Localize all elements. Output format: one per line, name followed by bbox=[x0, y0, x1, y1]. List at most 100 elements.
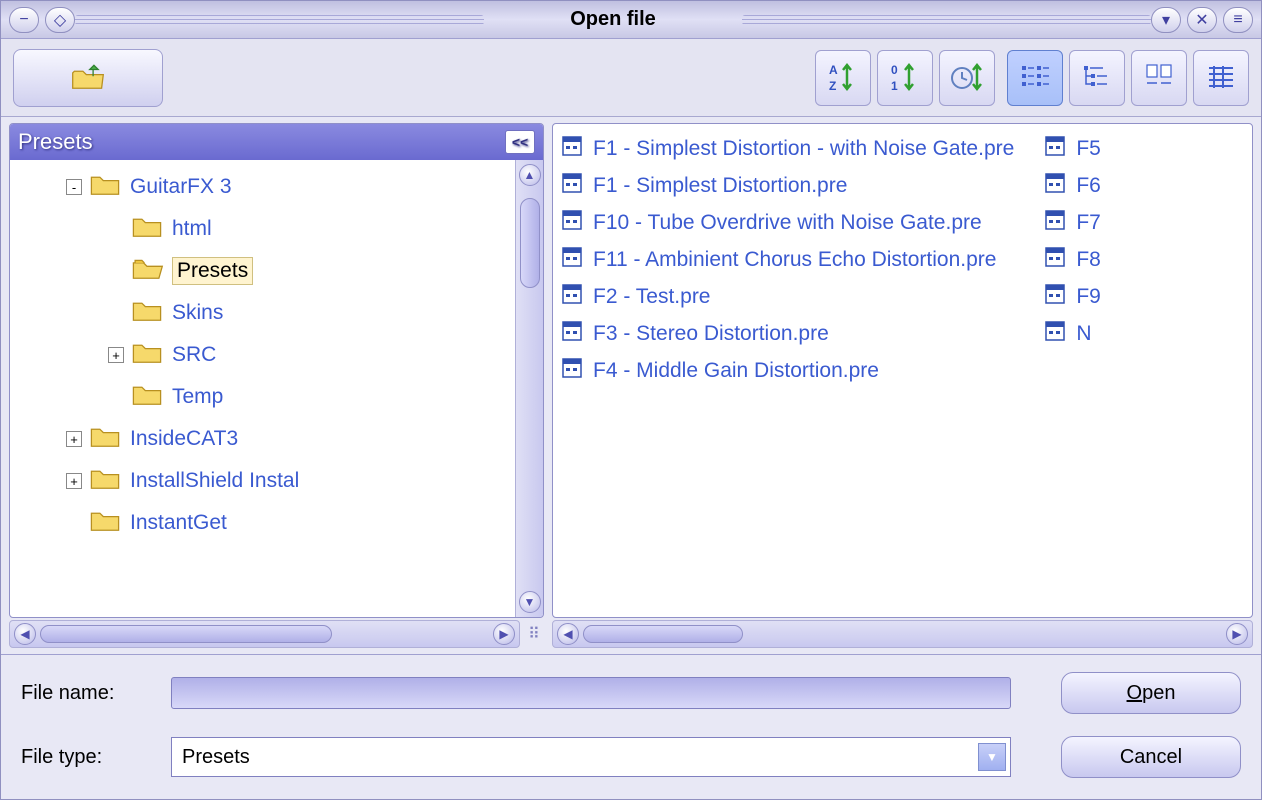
view-details-button[interactable] bbox=[1193, 50, 1249, 106]
scroll-left-icon[interactable]: ◀ bbox=[14, 623, 36, 645]
folder-tree[interactable]: - GuitarFX 3 html Presets Skins+SRCTemp + Insi… bbox=[10, 160, 515, 617]
tree-node[interactable]: +SRC bbox=[10, 334, 515, 376]
folder-icon bbox=[130, 254, 164, 288]
filetype-value: Presets bbox=[182, 746, 978, 769]
file-item[interactable]: F4 - Middle Gain Distortion.pre bbox=[561, 352, 1014, 389]
file-list[interactable]: F1 - Simplest Distortion - with Noise Ga… bbox=[553, 124, 1252, 617]
collapse-tree-button[interactable]: << bbox=[505, 130, 535, 154]
file-name: F1 - Simplest Distortion.pre bbox=[593, 174, 847, 198]
open-button[interactable]: Open bbox=[1061, 672, 1241, 714]
sort-alpha-button[interactable]: A Z bbox=[815, 50, 871, 106]
folder-icon bbox=[88, 422, 122, 456]
window-title: Open file bbox=[570, 8, 656, 30]
tree-node-label: GuitarFX 3 bbox=[130, 175, 232, 199]
expander-icon[interactable]: + bbox=[66, 473, 82, 489]
file-icon bbox=[1044, 135, 1076, 163]
folder-tree-pane: Presets << - GuitarFX 3 html Presets Skins+S… bbox=[9, 123, 544, 618]
tree-node[interactable]: InstantGet bbox=[10, 502, 515, 544]
file-item[interactable]: F6 bbox=[1044, 167, 1101, 204]
hscroll-thumb[interactable] bbox=[583, 625, 743, 643]
tree-node[interactable]: Presets bbox=[10, 250, 515, 292]
file-item[interactable]: F5 bbox=[1044, 130, 1101, 167]
file-list-pane: F1 - Simplest Distortion - with Noise Ga… bbox=[552, 123, 1253, 618]
restore-button[interactable]: ◇ bbox=[45, 7, 75, 33]
tree-node[interactable]: Skins bbox=[10, 292, 515, 334]
view-tree-button[interactable] bbox=[1069, 50, 1125, 106]
folder-icon bbox=[130, 212, 164, 246]
svg-text:0: 0 bbox=[891, 63, 898, 77]
tree-node[interactable]: + InstallShield Instal bbox=[10, 460, 515, 502]
tree-hscrollbar[interactable]: ◀ ▶ bbox=[9, 620, 520, 648]
tree-node-label: InstallShield Instal bbox=[130, 469, 299, 493]
file-icon bbox=[561, 283, 593, 311]
tree-node[interactable]: - GuitarFX 3 bbox=[10, 166, 515, 208]
file-name: F1 - Simplest Distortion - with Noise Ga… bbox=[593, 137, 1014, 161]
view-small-icons-button[interactable] bbox=[1007, 50, 1063, 106]
svg-text:A: A bbox=[829, 63, 838, 77]
tree-node[interactable]: html bbox=[10, 208, 515, 250]
close-button[interactable]: ✕ bbox=[1187, 7, 1217, 33]
content-area: Presets << - GuitarFX 3 html Presets Skins+S… bbox=[1, 117, 1261, 618]
tree-vscrollbar[interactable]: ▲ ▼ bbox=[515, 160, 543, 617]
file-item[interactable]: F10 - Tube Overdrive with Noise Gate.pre bbox=[561, 204, 1014, 241]
folder-icon bbox=[88, 170, 122, 204]
file-item[interactable]: F3 - Stereo Distortion.pre bbox=[561, 315, 1014, 352]
view-group bbox=[1007, 50, 1249, 106]
tree-header: Presets << bbox=[10, 124, 543, 160]
sort-numeric-button[interactable]: 0 1 bbox=[877, 50, 933, 106]
scroll-down-icon[interactable]: ▼ bbox=[519, 591, 541, 613]
filetype-dropdown[interactable]: Presets ▼ bbox=[171, 737, 1011, 777]
tree-node-label: html bbox=[172, 217, 212, 241]
folder-icon bbox=[130, 338, 164, 372]
svg-text:1: 1 bbox=[891, 79, 898, 93]
view-list-button[interactable] bbox=[1131, 50, 1187, 106]
scroll-up-icon[interactable]: ▲ bbox=[519, 164, 541, 186]
scroll-right-icon[interactable]: ▶ bbox=[493, 623, 515, 645]
sort-date-button[interactable] bbox=[939, 50, 995, 106]
tree-node-label: InsideCAT3 bbox=[130, 427, 238, 451]
file-icon bbox=[561, 172, 593, 200]
file-item[interactable]: F8 bbox=[1044, 241, 1101, 278]
file-item[interactable]: F2 - Test.pre bbox=[561, 278, 1014, 315]
tree-header-label: Presets bbox=[18, 129, 93, 155]
minimize-button[interactable]: − bbox=[9, 7, 39, 33]
expander-icon[interactable]: + bbox=[66, 431, 82, 447]
tree-node[interactable]: Temp bbox=[10, 376, 515, 418]
hscroll-area: ◀ ▶ ⠿ ◀ ▶ bbox=[1, 618, 1261, 654]
dropdown-button[interactable]: ▾ bbox=[1151, 7, 1181, 33]
scroll-thumb[interactable] bbox=[520, 198, 540, 288]
scroll-right-icon[interactable]: ▶ bbox=[1226, 623, 1248, 645]
folder-up-icon bbox=[71, 64, 105, 92]
file-item[interactable]: F1 - Simplest Distortion - with Noise Ga… bbox=[561, 130, 1014, 167]
tree-node-label: Presets bbox=[172, 257, 253, 285]
expander-icon[interactable]: + bbox=[108, 347, 124, 363]
file-item[interactable]: F9 bbox=[1044, 278, 1101, 315]
file-name: F8 bbox=[1076, 248, 1101, 272]
file-item[interactable]: F11 - Ambinient Chorus Echo Distortion.p… bbox=[561, 241, 1014, 278]
file-icon bbox=[1044, 320, 1076, 348]
folder-icon bbox=[130, 296, 164, 330]
file-item[interactable]: F7 bbox=[1044, 204, 1101, 241]
tree-node[interactable]: + InsideCAT3 bbox=[10, 418, 515, 460]
file-item[interactable]: N bbox=[1044, 315, 1101, 352]
resize-grip-icon[interactable]: ⠿ bbox=[524, 620, 544, 648]
file-icon bbox=[561, 357, 593, 385]
scroll-left-icon[interactable]: ◀ bbox=[557, 623, 579, 645]
hscroll-thumb[interactable] bbox=[40, 625, 332, 643]
file-name: F10 - Tube Overdrive with Noise Gate.pre bbox=[593, 211, 982, 235]
chevron-down-icon[interactable]: ▼ bbox=[978, 743, 1006, 771]
cancel-button[interactable]: Cancel bbox=[1061, 736, 1241, 778]
toolbar: A Z 0 1 bbox=[1, 39, 1261, 117]
file-name: N bbox=[1076, 322, 1091, 346]
filetype-label: File type: bbox=[21, 746, 171, 769]
expander-icon[interactable]: - bbox=[66, 179, 82, 195]
file-name: F9 bbox=[1076, 285, 1101, 309]
go-up-button[interactable] bbox=[13, 49, 163, 107]
filename-input[interactable] bbox=[171, 677, 1011, 709]
help-button[interactable]: ≡ bbox=[1223, 7, 1253, 33]
tree-view-icon bbox=[1079, 60, 1115, 96]
filename-label: File name: bbox=[21, 682, 171, 705]
files-hscrollbar[interactable]: ◀ ▶ bbox=[552, 620, 1253, 648]
file-item[interactable]: F1 - Simplest Distortion.pre bbox=[561, 167, 1014, 204]
file-name: F3 - Stereo Distortion.pre bbox=[593, 322, 829, 346]
